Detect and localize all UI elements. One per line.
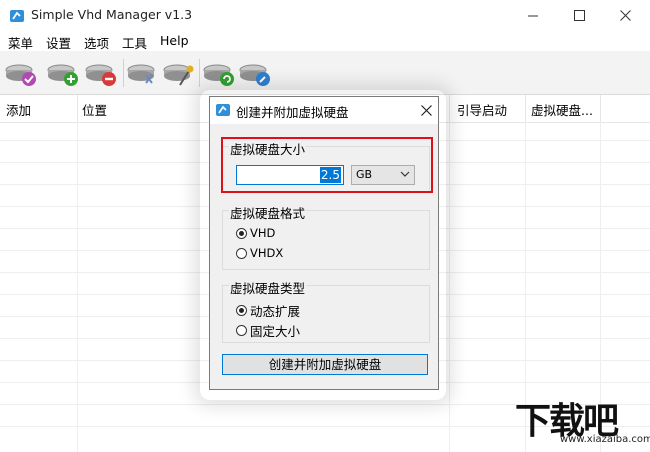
dialog-title: 创建并附加虚拟硬盘 (236, 105, 349, 120)
toolbar-button-attach[interactable] (126, 57, 160, 89)
radio-label: VHDX (250, 246, 284, 260)
radio-label: 动态扩展 (250, 304, 301, 319)
minimize-button[interactable] (510, 0, 556, 31)
highlight-box (221, 137, 433, 193)
menu-bar: 菜单 设置 选项 工具 Help (0, 31, 650, 51)
toolbar-separator (123, 59, 124, 87)
close-icon (420, 104, 432, 116)
toolbar-button-settings[interactable] (238, 57, 272, 89)
toolbar-separator (199, 59, 200, 87)
column-separator[interactable] (449, 95, 450, 122)
disk-refresh-icon (203, 64, 234, 86)
toolbar-button-refresh[interactable] (202, 57, 236, 89)
disk-check-icon (5, 64, 36, 86)
app-icon (10, 10, 24, 22)
toolbar-button-remove[interactable] (84, 57, 118, 89)
radio-label: 固定大小 (250, 324, 301, 339)
type-group-label: 虚拟硬盘类型 (229, 278, 307, 297)
column-header-boot[interactable]: 引导启动 (457, 100, 507, 119)
dialog-title-bar: 创建并附加虚拟硬盘 (210, 97, 438, 124)
app-icon (216, 104, 230, 116)
menu-item-tools[interactable]: 工具 (122, 33, 147, 52)
watermark-url: www.xiazaiba.com (560, 434, 650, 445)
disk-remove-icon (85, 64, 116, 86)
column-header-add[interactable]: 添加 (6, 100, 31, 119)
column-header-location[interactable]: 位置 (82, 100, 107, 119)
disk-magic-icon (163, 64, 194, 86)
menu-item-options[interactable]: 选项 (84, 33, 109, 52)
disk-attach-icon (127, 64, 155, 84)
column-separator[interactable] (525, 95, 526, 122)
disk-add-icon (47, 64, 78, 86)
radio-dynamic[interactable]: 动态扩展 (236, 301, 300, 320)
radio-label: VHD (250, 226, 276, 240)
radio-fixed[interactable]: 固定大小 (236, 321, 300, 340)
menu-item-settings[interactable]: 设置 (46, 33, 71, 52)
radio-indicator (236, 305, 247, 316)
radio-vhd[interactable]: VHD (236, 226, 275, 240)
column-separator[interactable] (77, 95, 78, 122)
toolbar-button-add[interactable] (46, 57, 80, 89)
close-icon (619, 10, 631, 21)
toolbar-button-magic[interactable] (162, 57, 196, 89)
column-header-vdisk[interactable]: 虚拟硬盘... (531, 100, 593, 119)
menu-item-help[interactable]: Help (160, 33, 189, 48)
minimize-icon (527, 15, 538, 17)
radio-vhdx[interactable]: VHDX (236, 246, 283, 260)
menu-item-menu[interactable]: 菜单 (8, 33, 33, 52)
create-attach-button[interactable]: 创建并附加虚拟硬盘 (222, 354, 428, 375)
column-separator[interactable] (600, 95, 601, 122)
format-group-label: 虚拟硬盘格式 (229, 203, 307, 222)
format-group: 虚拟硬盘格式 VHD VHDX (222, 203, 430, 270)
radio-indicator (236, 227, 247, 239)
title-bar: Simple Vhd Manager v1.3 (0, 0, 650, 31)
type-group: 虚拟硬盘类型 动态扩展 固定大小 (222, 278, 430, 343)
toolbar (0, 51, 650, 95)
disk-settings-icon (239, 64, 270, 86)
maximize-icon (573, 10, 585, 21)
close-button[interactable] (602, 0, 648, 31)
dialog-close-button[interactable] (416, 100, 436, 120)
maximize-button[interactable] (556, 0, 602, 31)
window-title: Simple Vhd Manager v1.3 (31, 7, 193, 22)
toolbar-button-check[interactable] (4, 57, 38, 89)
radio-indicator (236, 247, 247, 259)
radio-indicator (236, 325, 247, 336)
watermark: 下载吧 www.xiazaiba.com (510, 392, 650, 452)
